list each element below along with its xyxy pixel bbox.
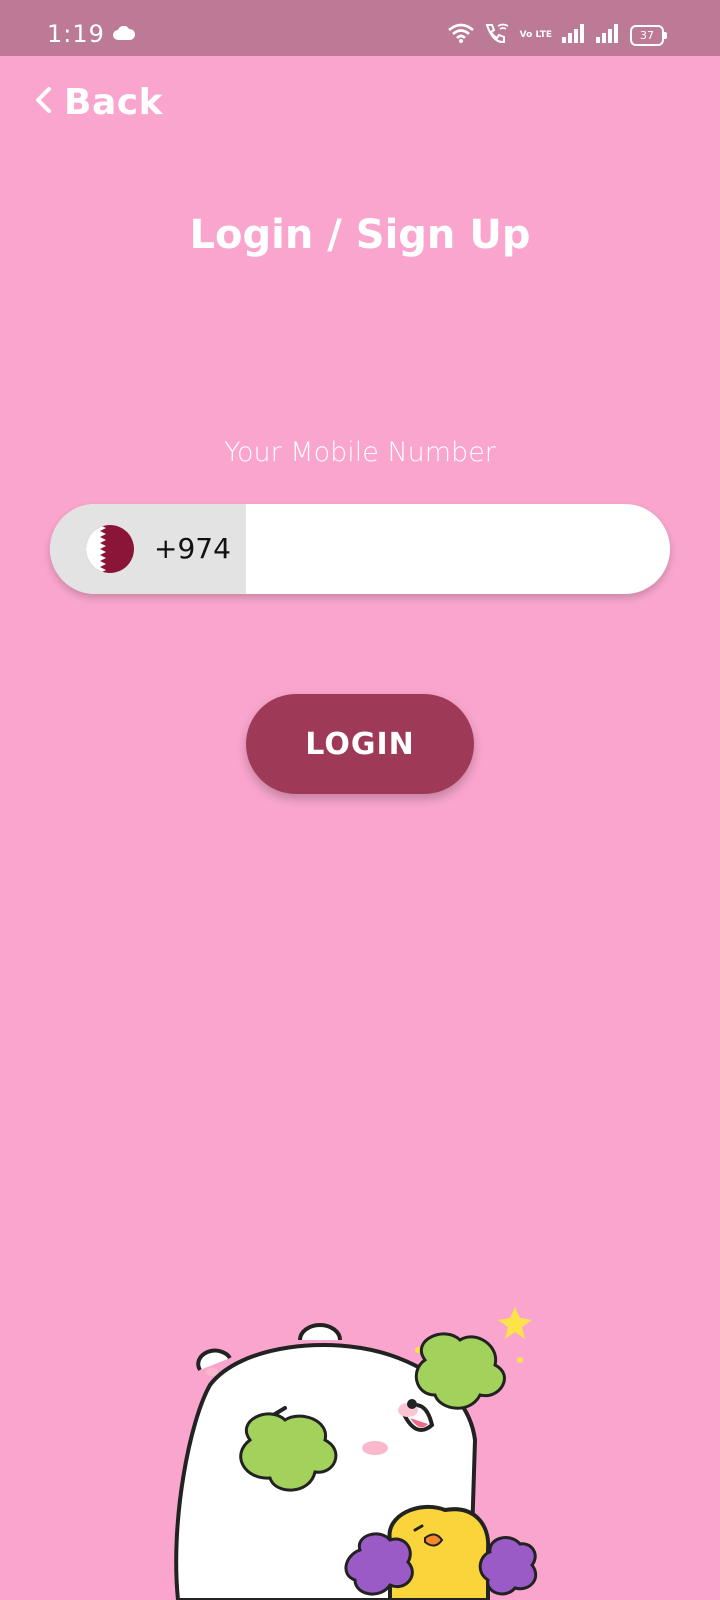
wifi-icon [447, 23, 474, 48]
login-button[interactable]: LOGIN [246, 694, 474, 794]
page-title: Login / Sign Up [189, 212, 531, 258]
signal-icon [562, 23, 586, 48]
back-button[interactable]: Back [34, 81, 164, 123]
status-icons: Vo LTE 37 [447, 22, 667, 49]
signal-icon [596, 23, 620, 48]
status-time: 1:19 [47, 20, 105, 48]
phone-number-field: +974 [50, 504, 670, 594]
qatar-flag-icon [86, 525, 134, 573]
mobile-number-label: Your Mobile Number [224, 437, 496, 468]
back-label: Back [64, 81, 164, 123]
mascot-illustration [174, 1307, 538, 1600]
country-code-picker[interactable]: +974 [50, 504, 246, 594]
chevron-left-icon [34, 86, 52, 119]
country-dial-code: +974 [154, 532, 231, 565]
cloud-icon [113, 25, 136, 45]
battery-icon: 37 [630, 25, 667, 46]
wifi-calling-icon [484, 22, 510, 49]
mobile-number-input[interactable] [246, 504, 670, 594]
volte-icon: Vo LTE [519, 30, 552, 40]
status-bar: 1:19 Vo LTE 37 [0, 0, 720, 56]
